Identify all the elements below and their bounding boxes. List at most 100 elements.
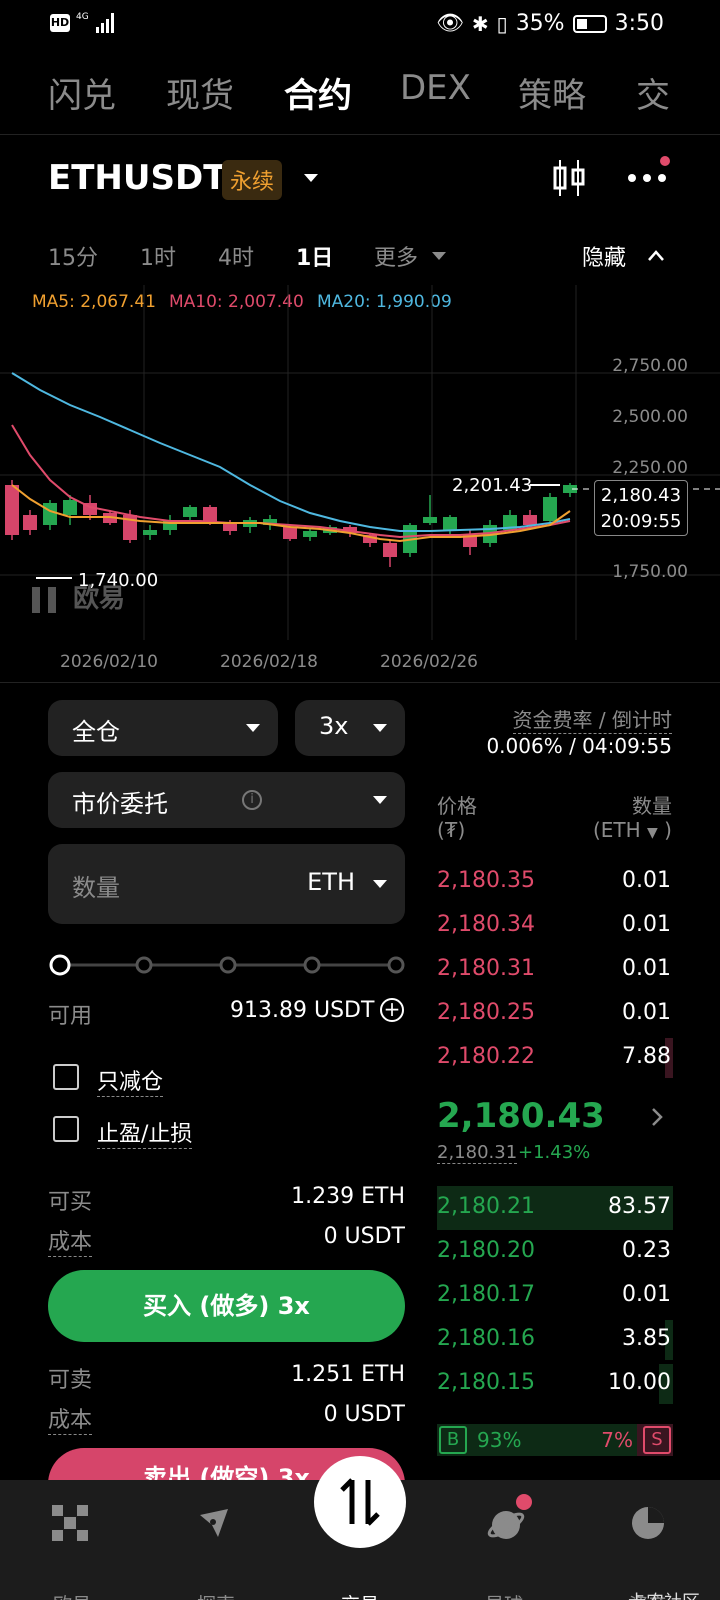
tab-dex[interactable]: DEX (400, 68, 471, 108)
current-price-marker[interactable]: 2,180.43 20:09:55 (594, 480, 688, 536)
timeframe-1d[interactable]: 1日 (296, 240, 333, 272)
cost-label: 成本 (48, 1402, 93, 1435)
quantity-input[interactable]: 数量 ETH (48, 844, 405, 924)
tp-sl-label[interactable]: 止盈/止损 (97, 1116, 193, 1149)
caret-down-icon: ▼ (647, 825, 658, 841)
sell-ratio-badge: S (643, 1426, 671, 1454)
tab-trade[interactable]: 交易 (310, 1590, 410, 1600)
buy-ratio: 93% (477, 1428, 522, 1452)
leverage-select[interactable]: 3x (295, 700, 405, 756)
timeframe-more[interactable]: 更多 (374, 240, 418, 272)
candlestick-icon[interactable] (552, 158, 586, 198)
quantity-unit[interactable]: ETH (307, 868, 355, 896)
divider (0, 134, 720, 135)
divider (0, 682, 720, 683)
order-type-select[interactable]: 市价委托 i (48, 772, 405, 828)
max-sell-value: 1.251 ETH (291, 1362, 405, 1387)
caret-down-icon (373, 724, 387, 732)
status-bar: HD 4G 👁 ✱ ▯ 35% 3:50 (0, 0, 720, 48)
buy-long-button[interactable]: 买入 (做多) 3x (48, 1270, 405, 1342)
amount-slider[interactable] (48, 950, 408, 980)
notification-dot (660, 156, 670, 166)
ask-row[interactable]: 2,180.35 0.01 (437, 860, 673, 904)
timeframe-1h[interactable]: 1时 (140, 240, 176, 272)
candle-body (143, 530, 157, 535)
battery-icon (572, 14, 607, 33)
chevron-right-icon[interactable] (650, 1106, 664, 1128)
tab-more[interactable]: 交 (636, 68, 672, 117)
compass-icon[interactable] (196, 1505, 232, 1541)
okx-logo-icon (32, 586, 64, 613)
reduce-only-checkbox[interactable] (53, 1064, 79, 1090)
candle-countdown: 20:09:55 (600, 511, 682, 532)
tab-home[interactable]: 欧易 (22, 1590, 122, 1600)
max-buy-label: 可买 (48, 1190, 93, 1215)
timeframe-4h[interactable]: 4时 (218, 240, 254, 272)
tab-spot[interactable]: 现货 (166, 68, 234, 117)
ask-row[interactable]: 2,180.34 0.01 (437, 904, 673, 948)
chevron-down-icon[interactable] (304, 174, 318, 182)
tab-strategy[interactable]: 策略 (518, 68, 586, 117)
candle-body (443, 517, 457, 531)
caret-down-icon[interactable] (373, 880, 387, 888)
funding-label[interactable]: 资金费率 / 倒计时 (512, 704, 672, 734)
price-tick: 2,500.00 (612, 407, 688, 427)
planet-icon[interactable] (486, 1505, 526, 1545)
network-label: 4G (76, 12, 89, 22)
info-icon[interactable]: i (242, 790, 262, 810)
pie-chart-icon[interactable] (630, 1505, 666, 1541)
candle-body (283, 527, 297, 539)
ask-row[interactable]: 2,180.22 7.88 (437, 1036, 673, 1080)
status-right: 👁 ✱ ▯ 35% 3:50 (436, 11, 664, 36)
bid-row[interactable]: 2,180.15 10.00 (437, 1362, 673, 1406)
cost-value: 0 USDT (323, 1224, 405, 1249)
date-label: 2026/02/26 (380, 652, 478, 672)
tab-planet[interactable]: 星球 (454, 1590, 554, 1600)
mark-price: 2,180.31 (437, 1142, 518, 1164)
candle-body (523, 515, 537, 525)
candle-body (423, 517, 437, 523)
caret-down-icon (373, 796, 387, 804)
tab-futures[interactable]: 合约 (284, 68, 352, 117)
ask-row[interactable]: 2,180.31 0.01 (437, 948, 673, 992)
watermark-text: 卡农社区 (628, 1588, 700, 1600)
signal-icon (96, 13, 114, 33)
timeframe-15m[interactable]: 15分 (48, 240, 98, 272)
price-tick: 2,250.00 (612, 458, 688, 478)
funding-value: 0.006% / 04:09:55 (486, 734, 672, 758)
clock: 3:50 (614, 11, 664, 36)
candle-body (183, 507, 197, 517)
bid-row[interactable]: 2,180.20 0.23 (437, 1230, 673, 1274)
current-price: 2,180.43 (600, 485, 682, 506)
bid-row[interactable]: 2,180.21 83.57 (437, 1186, 673, 1230)
candle-body (223, 523, 237, 531)
hide-chart-button[interactable]: 隐藏 (582, 240, 626, 272)
price-change: +1.43% (518, 1142, 591, 1163)
chevron-up-icon[interactable] (648, 246, 664, 261)
watermark-logo: 欧易 (32, 578, 125, 615)
candle-body (23, 515, 37, 530)
max-sell-label: 可卖 (48, 1368, 93, 1393)
symbol-title[interactable]: ETHUSDT (48, 158, 226, 198)
candle-body (303, 531, 317, 537)
qty-unit-select[interactable]: (ETH ▼ ) (593, 818, 672, 842)
tp-sl-checkbox[interactable] (53, 1116, 79, 1142)
ask-row[interactable]: 2,180.25 0.01 (437, 992, 673, 1036)
okx-home-icon[interactable] (52, 1505, 88, 1541)
more-icon[interactable] (626, 170, 670, 184)
swap-arrows-icon (340, 1478, 380, 1526)
reduce-only-label[interactable]: 只减仓 (97, 1064, 164, 1097)
cost-label: 成本 (48, 1224, 93, 1257)
date-label: 2026/02/18 (220, 652, 318, 672)
cost-value: 0 USDT (323, 1402, 405, 1427)
tab-explore[interactable]: 探索 (166, 1590, 266, 1600)
last-price[interactable]: 2,180.43 (437, 1096, 605, 1136)
add-funds-icon[interactable]: + (380, 998, 404, 1022)
bid-row[interactable]: 2,180.16 3.85 (437, 1318, 673, 1362)
high-price-label: 2,201.43 (452, 475, 533, 496)
available-value: 913.89 USDT (230, 998, 375, 1023)
margin-mode-select[interactable]: 全仓 (48, 700, 278, 756)
tab-flash-swap[interactable]: 闪兑 (48, 68, 116, 117)
bid-row[interactable]: 2,180.17 0.01 (437, 1274, 673, 1318)
trade-button[interactable] (314, 1456, 406, 1548)
